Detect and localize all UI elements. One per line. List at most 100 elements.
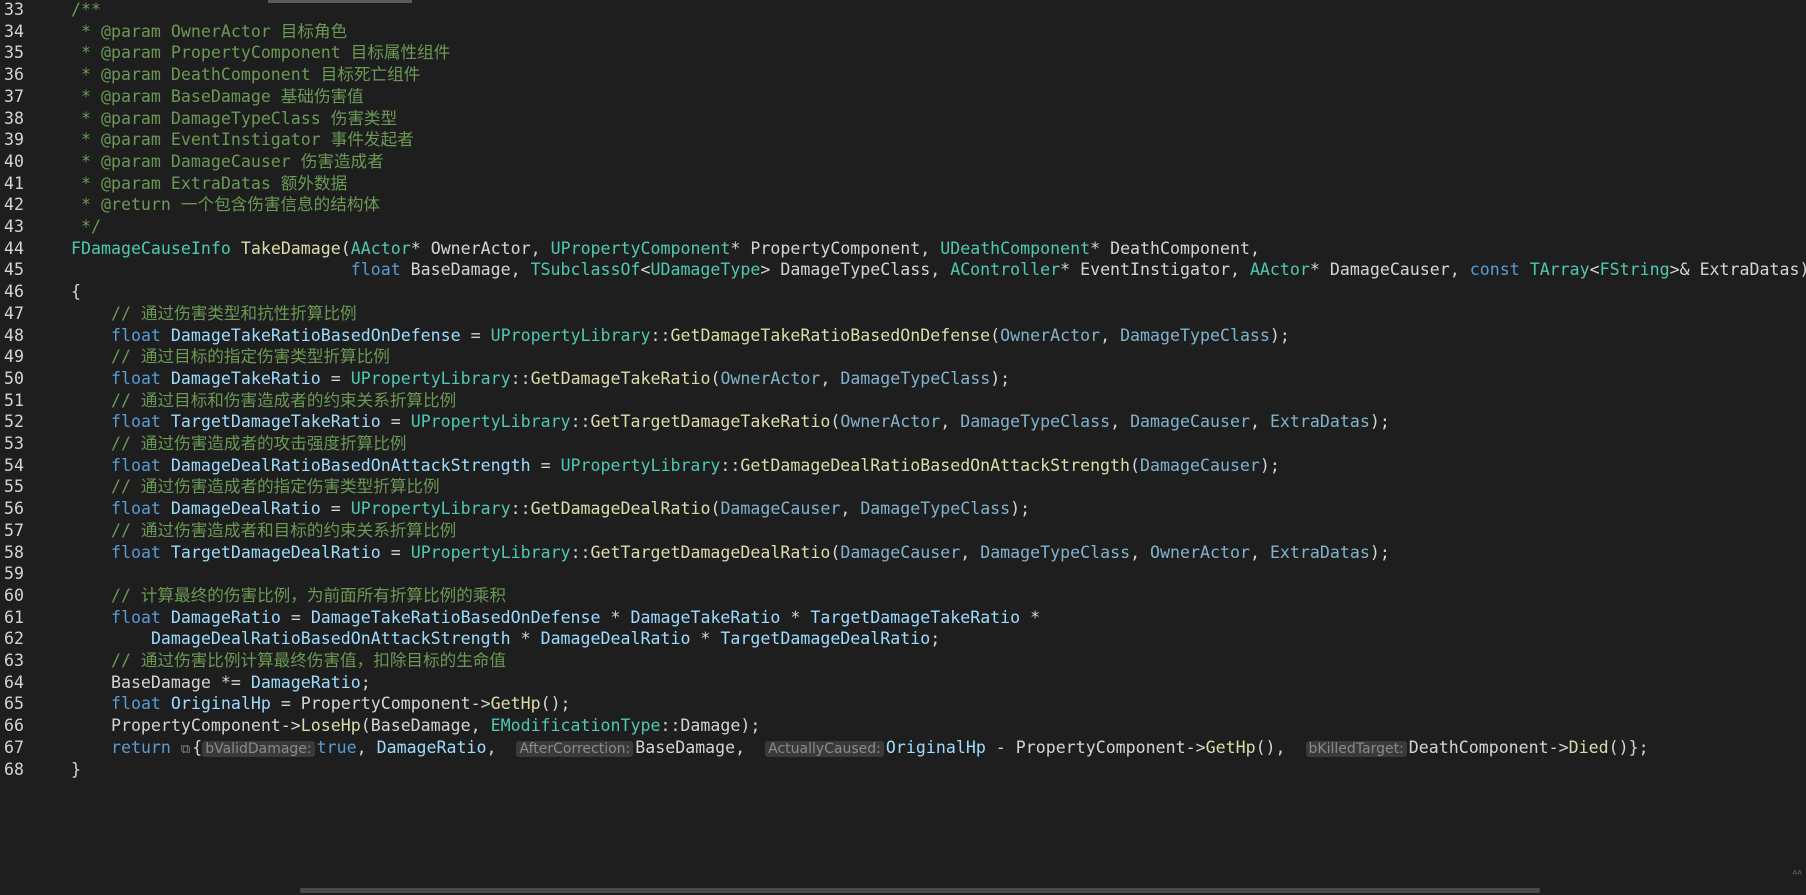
- code-token: ::: [650, 325, 671, 345]
- code-token: ,: [920, 238, 941, 258]
- code-token: UPropertyLibrary: [410, 412, 571, 432]
- code-token: const: [1469, 260, 1520, 280]
- code-token: * @param ExtraDatas 额外数据: [71, 173, 348, 193]
- code-token: (: [990, 325, 1001, 345]
- code-token: UPropertyLibrary: [350, 368, 511, 388]
- code-token: // 通过伤害造成者的指定伤害类型折算比例: [71, 477, 440, 497]
- code-token: ::Damage);: [660, 716, 761, 736]
- code-token: *: [1020, 607, 1041, 627]
- code-token: ::: [720, 455, 741, 475]
- code-token: ,: [940, 412, 961, 432]
- code-token: ,: [356, 737, 377, 757]
- code-token: }: [71, 759, 81, 779]
- code-token: ::: [570, 412, 591, 432]
- code-token: */: [71, 217, 101, 236]
- code-token: UPropertyLibrary: [490, 325, 651, 345]
- code-token: DamageRatio: [170, 607, 281, 627]
- code-token: ,: [1249, 542, 1270, 562]
- code-token: OwnerActor: [720, 368, 821, 388]
- code-token: *: [1090, 238, 1111, 258]
- code-token: TakeDamage: [240, 238, 341, 258]
- code-token: GetDamageTakeRatio: [530, 368, 711, 388]
- code-token: // 通过伤害类型和抗性折算比例: [71, 303, 357, 323]
- code-token: (: [1130, 455, 1141, 475]
- code-token: ,: [1110, 412, 1131, 432]
- code-token: // 通过伤害造成者和目标的约束关系折算比例: [71, 520, 457, 540]
- code-token: UPropertyLibrary: [410, 542, 571, 562]
- code-token: GetDamageDealRatioBasedOnAttackStrength: [740, 455, 1131, 475]
- code-token: ,: [1249, 412, 1270, 432]
- code-token: AActor: [1249, 260, 1310, 280]
- inlay-hint: bValidDamage:: [202, 740, 315, 757]
- code-token: ::: [570, 542, 591, 562]
- horizontal-scrollbar[interactable]: [300, 888, 1540, 893]
- code-token: return: [110, 737, 171, 757]
- code-token: EModificationType: [490, 716, 661, 736]
- font-size-icon[interactable]: ᴬᴬ: [1793, 868, 1802, 881]
- code-token: ,: [960, 542, 981, 562]
- code-token: DamageDealRatio: [540, 629, 691, 649]
- code-token: DamageTakeRatio: [630, 607, 781, 627]
- code-token: OriginalHp: [885, 737, 986, 757]
- code-token: // 计算最终的伤害比例，为前面所有折算比例的乘积: [71, 585, 506, 605]
- code-token: OwnerActor: [430, 238, 531, 258]
- code-token: DamageCauser: [720, 499, 841, 519]
- code-token: GetHp: [490, 694, 541, 714]
- code-token: DamageTypeClass: [980, 542, 1131, 562]
- code-token: UDamageType: [650, 260, 761, 280]
- code-token: GetDamageTakeRatioBasedOnDefense: [670, 325, 991, 345]
- code-token: AController: [950, 260, 1061, 280]
- code-token: UPropertyLibrary: [350, 499, 511, 519]
- code-token: );: [1010, 499, 1031, 519]
- code-token: float: [110, 455, 161, 475]
- code-token: (: [710, 499, 721, 519]
- code-token: ,: [486, 737, 517, 757]
- code-token: );: [1369, 542, 1390, 562]
- code-token: GetTargetDamageTakeRatio: [590, 412, 831, 432]
- code-token: ,: [820, 368, 841, 388]
- code-token: * @param DamageCauser 伤害造成者: [71, 151, 384, 171]
- code-token: (),: [1255, 737, 1306, 757]
- code-token: *: [410, 238, 431, 258]
- line-number: 68: [4, 759, 24, 779]
- code-token: TArray: [1529, 260, 1590, 280]
- code-token: DamageRatio: [250, 672, 361, 692]
- inlay-hint: ActuallyCaused:: [765, 740, 884, 757]
- code-token: GetHp: [1205, 737, 1256, 757]
- code-token: OriginalHp: [170, 694, 271, 714]
- code-token: OwnerActor: [1150, 542, 1250, 562]
- code-token: *: [690, 629, 721, 649]
- code-token: =: [320, 499, 351, 519]
- code-token: OwnerActor: [1000, 325, 1101, 345]
- code-token: Died: [1568, 737, 1609, 757]
- code-token: DamageCauser: [1140, 455, 1260, 475]
- code-token: float: [110, 499, 161, 519]
- code-token: // 通过伤害比例计算最终伤害值，扣除目标的生命值: [71, 651, 506, 670]
- code-token: DamageCauser: [840, 542, 961, 562]
- code-token: );: [1369, 412, 1390, 432]
- code-token: DamageDealRatioBasedOnAttackStrength: [150, 629, 511, 649]
- code-token: DeathComponent: [1110, 238, 1250, 258]
- code-token: GetDamageDealRatio: [530, 499, 711, 519]
- code-token: DamageTypeClass: [960, 412, 1111, 432]
- inlay-hint-icon: ⧉: [180, 741, 191, 757]
- code-token: {: [192, 737, 203, 757]
- code-editor[interactable]: 33/** 34 * @param OwnerActor 目标角色 35 * @pa…: [0, 0, 1806, 895]
- code-token: float: [110, 412, 161, 432]
- code-token: BaseDamage *=: [71, 672, 251, 692]
- code-line[interactable]: 68}: [0, 757, 1806, 782]
- code-token: FString: [1599, 260, 1670, 280]
- code-token: ;: [930, 629, 941, 649]
